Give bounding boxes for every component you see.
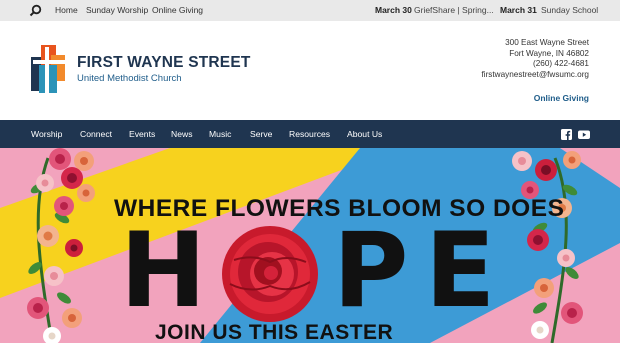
search-icon[interactable] bbox=[29, 4, 42, 17]
rose-icon bbox=[222, 226, 318, 322]
utility-bar: Home Sunday Worship Online Giving March … bbox=[0, 0, 620, 21]
top-link-sunday-worship[interactable]: Sunday Worship bbox=[86, 5, 148, 15]
nav-serve[interactable]: Serve bbox=[250, 129, 272, 139]
church-name[interactable]: FIRST WAYNE STREET bbox=[77, 54, 251, 72]
address-line: 300 East Wayne Street bbox=[505, 38, 589, 47]
church-logo-icon[interactable] bbox=[29, 43, 69, 95]
nav-news[interactable]: News bbox=[171, 129, 193, 139]
nav-worship[interactable]: Worship bbox=[31, 129, 62, 139]
main-navigation: Worship Connect Events News Music Serve … bbox=[0, 120, 620, 148]
event-date[interactable]: March 30 bbox=[375, 5, 412, 15]
online-giving-link[interactable]: Online Giving bbox=[534, 93, 589, 103]
email-link[interactable]: firstwaynestreet@fwsumc.org bbox=[481, 70, 589, 81]
event-date[interactable]: March 31 bbox=[500, 5, 537, 15]
easter-hero-banner[interactable]: WHERE FLOWERS BLOOM SO DOES H P E JOIN U… bbox=[0, 148, 620, 343]
church-subtitle: United Methodist Church bbox=[77, 73, 182, 84]
event-title[interactable]: GriefShare | Spring... bbox=[414, 5, 494, 15]
hope-letter-p: P bbox=[333, 211, 409, 331]
top-link-home[interactable]: Home bbox=[55, 5, 78, 15]
banner-subline: JOIN US THIS EASTER bbox=[155, 321, 394, 343]
contact-info: 300 East Wayne Street Fort Wayne, IN 468… bbox=[481, 38, 589, 80]
nav-resources[interactable]: Resources bbox=[289, 129, 330, 139]
site-header: FIRST WAYNE STREET United Methodist Chur… bbox=[0, 21, 620, 120]
youtube-icon[interactable] bbox=[578, 129, 590, 140]
hope-letter-e: E bbox=[425, 211, 496, 331]
city-line: Fort Wayne, IN 46802 bbox=[509, 48, 589, 58]
hope-letter-h: H bbox=[120, 211, 207, 331]
facebook-icon[interactable] bbox=[561, 129, 572, 140]
top-link-online-giving[interactable]: Online Giving bbox=[152, 5, 203, 15]
phone-number[interactable]: (260) 422-4681 bbox=[481, 59, 589, 70]
nav-events[interactable]: Events bbox=[129, 129, 155, 139]
nav-music[interactable]: Music bbox=[209, 129, 231, 139]
event-title[interactable]: Sunday School bbox=[541, 5, 598, 15]
nav-connect[interactable]: Connect bbox=[80, 129, 112, 139]
nav-about-us[interactable]: About Us bbox=[347, 129, 382, 139]
